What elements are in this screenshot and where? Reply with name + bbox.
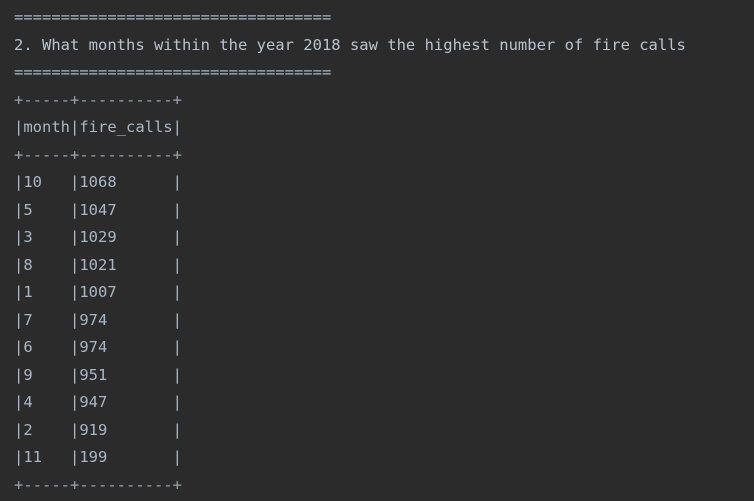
table-header-row: |month|fire_calls| [14, 118, 182, 136]
question-line: 2. What months within the year 2018 saw … [14, 35, 686, 54]
table-row: |5 |1047 | [14, 200, 182, 219]
table-row: |3 |1029 | [14, 228, 182, 246]
table-row: |2 |919 | [14, 420, 182, 439]
separator-top: ================================== [14, 8, 332, 26]
table-row: |1 |1007 | [14, 283, 182, 301]
separator-bottom: ================================== [14, 63, 332, 81]
table-border-header: +-----+----------+ [14, 145, 182, 164]
table-row: |8 |1021 | [14, 255, 182, 274]
table-row: |7 |974 | [14, 310, 182, 329]
table-row: |9 |951 | [14, 365, 182, 384]
table-row: |10 |1068 | [14, 173, 182, 191]
table-border-bottom: +-----+----------+ [14, 475, 182, 494]
table-row: |4 |947 | [14, 393, 182, 411]
console-output[interactable]: ================================== 2. Wh… [0, 0, 754, 501]
table-border-top: +-----+----------+ [14, 90, 182, 109]
table-row: |11 |199 | [14, 448, 182, 466]
table-row: |6 |974 | [14, 338, 182, 356]
